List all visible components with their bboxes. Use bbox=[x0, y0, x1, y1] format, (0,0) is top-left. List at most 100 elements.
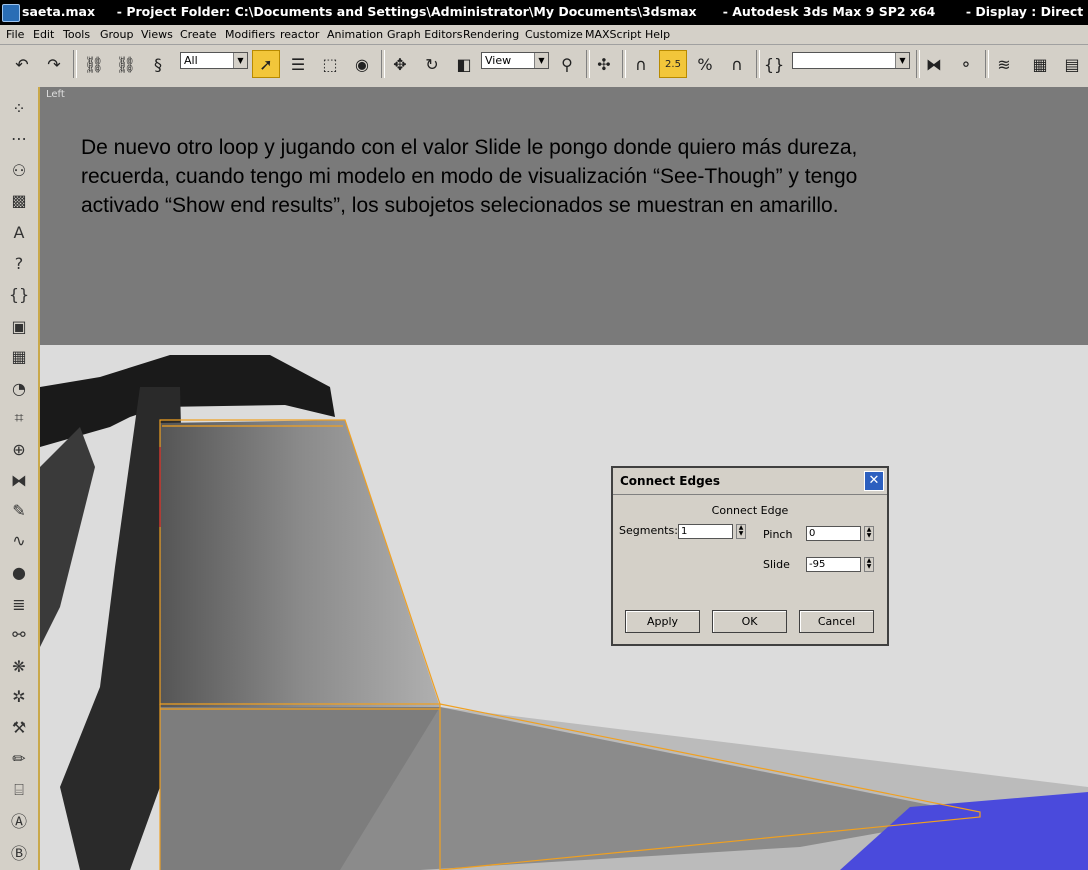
segments-spinner[interactable]: ▲ ▼ bbox=[736, 524, 746, 539]
bind-to-space-warp-icon[interactable]: § bbox=[144, 50, 172, 78]
spline-icon[interactable]: ∿ bbox=[5, 527, 33, 553]
named-selection-dropdown[interactable]: ▼ bbox=[792, 52, 910, 69]
select-and-manipulate-icon[interactable]: ✣ bbox=[590, 50, 618, 78]
title-bar: saeta.max - Project Folder: C:\Documents… bbox=[0, 0, 1088, 25]
select-by-name-icon[interactable]: ☰ bbox=[284, 50, 312, 78]
camera-icon[interactable]: ⌸ bbox=[5, 777, 33, 803]
chevron-down-icon[interactable]: ▼ bbox=[534, 53, 548, 68]
menu-modifiers[interactable]: Modifiers bbox=[225, 28, 275, 41]
viewport-label[interactable]: Left bbox=[46, 89, 65, 100]
left-viewport[interactable]: Left De nuevo otro loop y jugando con el… bbox=[40, 87, 1088, 870]
reference-coordinate-dropdown[interactable]: View ▼ bbox=[481, 52, 549, 69]
redo-icon[interactable]: ↷ bbox=[40, 50, 68, 78]
slide-spinner[interactable]: ▲ ▼ bbox=[864, 557, 874, 572]
menu-animation[interactable]: Animation bbox=[327, 28, 383, 41]
gauge-icon[interactable]: ◔ bbox=[5, 375, 33, 401]
percent-snap-label: % bbox=[697, 54, 713, 74]
apply-button[interactable]: Apply bbox=[625, 610, 700, 633]
menu-customize[interactable]: Customize bbox=[525, 28, 583, 41]
spinner-snap-toggle-icon[interactable]: ∩ bbox=[723, 50, 751, 78]
paint-brush-icon[interactable]: ✎ bbox=[5, 497, 33, 523]
crop-icon[interactable]: ⌗ bbox=[5, 405, 33, 431]
curve-editor-icon[interactable]: ▦ bbox=[1026, 50, 1054, 78]
crosshair-icon[interactable]: ⊕ bbox=[5, 436, 33, 462]
toolbar-separator bbox=[381, 50, 385, 78]
select-object-icon[interactable]: ➚ bbox=[252, 50, 280, 78]
slide-field[interactable]: -95 bbox=[806, 557, 861, 572]
dialog-title: Connect Edges bbox=[620, 474, 720, 488]
group-label: Connect Edge bbox=[711, 504, 789, 517]
rectangular-selection-icon[interactable]: ⬚ bbox=[316, 50, 344, 78]
mirror-icon[interactable]: ⧓ bbox=[920, 50, 948, 78]
ok-button[interactable]: OK bbox=[712, 610, 787, 633]
pinch-spinner[interactable]: ▲ ▼ bbox=[864, 526, 874, 541]
mirror-side-icon[interactable]: ⧓ bbox=[5, 467, 33, 493]
use-pivot-center-icon[interactable]: ⚲ bbox=[553, 50, 581, 78]
layer-manager-icon[interactable]: ≋ bbox=[990, 50, 1018, 78]
menu-maxscript[interactable]: MAXScript bbox=[585, 28, 641, 41]
chevron-down-icon[interactable]: ▼ bbox=[895, 53, 909, 68]
stack-icon[interactable]: ≣ bbox=[5, 591, 33, 617]
link-icon[interactable]: ⚯ bbox=[5, 621, 33, 647]
chevron-down-icon[interactable]: ▼ bbox=[233, 53, 247, 68]
pencil-icon[interactable]: ✏ bbox=[5, 745, 33, 771]
select-and-move-icon[interactable]: ✥ bbox=[386, 50, 414, 78]
toolbar-separator bbox=[622, 50, 626, 78]
segments-field[interactable]: 1 bbox=[678, 524, 733, 539]
angle-snap-toggle-icon[interactable]: 2.5 bbox=[659, 50, 687, 78]
menu-rendering[interactable]: Rendering bbox=[463, 28, 519, 41]
tool-icon[interactable]: ⚒ bbox=[5, 714, 33, 740]
angle-snap-label: 2.5 bbox=[665, 58, 681, 70]
dialog-title-bar[interactable]: Connect Edges ✕ bbox=[613, 468, 887, 495]
text-shape-icon[interactable]: A bbox=[5, 219, 33, 245]
cancel-button[interactable]: Cancel bbox=[799, 610, 874, 633]
undo-icon[interactable]: ↶ bbox=[8, 50, 36, 78]
align-icon[interactable]: ⚬ bbox=[952, 50, 980, 78]
snaps-toggle-icon[interactable]: ∩ bbox=[627, 50, 655, 78]
window-crossing-icon[interactable]: ◉ bbox=[348, 50, 376, 78]
menu-edit[interactable]: Edit bbox=[33, 28, 54, 41]
main-toolbar: ↶ ↷ ⛓ ⛓ § All ▼ ➚ ☰ ⬚ ◉ ✥ ↻ ◧ View ▼ ⚲ ✣… bbox=[0, 45, 1088, 88]
hierarchy-icon[interactable]: ⚇ bbox=[5, 157, 33, 183]
named-selection-abc-icon[interactable]: {} bbox=[5, 281, 33, 307]
menu-create[interactable]: Create bbox=[180, 28, 217, 41]
3dsmax-app-icon[interactable] bbox=[2, 4, 20, 22]
menu-file[interactable]: File bbox=[6, 28, 24, 41]
ruler-icon[interactable]: ⋯ bbox=[5, 125, 33, 151]
help-query-icon[interactable]: ? bbox=[5, 250, 33, 276]
grid-icon[interactable]: ▦ bbox=[5, 343, 33, 369]
sphere-icon[interactable]: ● bbox=[5, 559, 33, 585]
pinch-field[interactable]: 0 bbox=[806, 526, 861, 541]
pinch-label: Pinch bbox=[763, 528, 793, 541]
noise-icon[interactable]: ❋ bbox=[5, 653, 33, 679]
connect-edges-dialog: Connect Edges ✕ Connect Edge Segments: 1… bbox=[611, 466, 889, 646]
unlink-selection-icon[interactable]: ⛓ bbox=[112, 50, 140, 78]
menu-views[interactable]: Views bbox=[141, 28, 173, 41]
menu-graph-editors[interactable]: Graph Editors bbox=[387, 28, 463, 41]
percent-snap-toggle-icon[interactable]: % bbox=[691, 50, 719, 78]
teapot-b-icon[interactable]: Ⓑ bbox=[5, 839, 33, 865]
schematic-view-icon[interactable]: ▤ bbox=[1058, 50, 1086, 78]
material-checker-icon[interactable]: ▩ bbox=[5, 187, 33, 213]
selection-filter-value: All bbox=[184, 54, 198, 67]
particles-icon[interactable]: ✲ bbox=[5, 683, 33, 709]
select-and-rotate-icon[interactable]: ↻ bbox=[418, 50, 446, 78]
display-floater-icon[interactable]: ▣ bbox=[5, 313, 33, 339]
menu-reactor[interactable]: reactor bbox=[280, 28, 319, 41]
edit-named-selection-icon[interactable]: {} bbox=[760, 50, 788, 78]
tutorial-text: De nuevo otro loop y jugando con el valo… bbox=[81, 136, 858, 217]
segments-label: Segments: bbox=[619, 524, 678, 537]
menu-group[interactable]: Group bbox=[100, 28, 134, 41]
toolbar-separator bbox=[985, 50, 989, 78]
particle-flow-icon[interactable]: ⁘ bbox=[5, 95, 33, 121]
close-icon[interactable]: ✕ bbox=[864, 471, 884, 491]
selection-filter-dropdown[interactable]: All ▼ bbox=[180, 52, 248, 69]
menu-tools[interactable]: Tools bbox=[63, 28, 90, 41]
teapot-a-icon[interactable]: Ⓐ bbox=[5, 807, 33, 833]
menu-bar: File Edit Tools Group Views Create Modif… bbox=[0, 25, 1088, 45]
slide-label: Slide bbox=[763, 558, 790, 571]
select-and-scale-icon[interactable]: ◧ bbox=[450, 50, 478, 78]
select-and-link-icon[interactable]: ⛓ bbox=[80, 50, 108, 78]
menu-help[interactable]: Help bbox=[645, 28, 670, 41]
tab-panel-sidebar: ⁘ ⋯ ⚇ ▩ A ? {} ▣ ▦ ◔ ⌗ ⊕ ⧓ ✎ ∿ ● ≣ ⚯ ❋ ✲… bbox=[0, 87, 40, 870]
